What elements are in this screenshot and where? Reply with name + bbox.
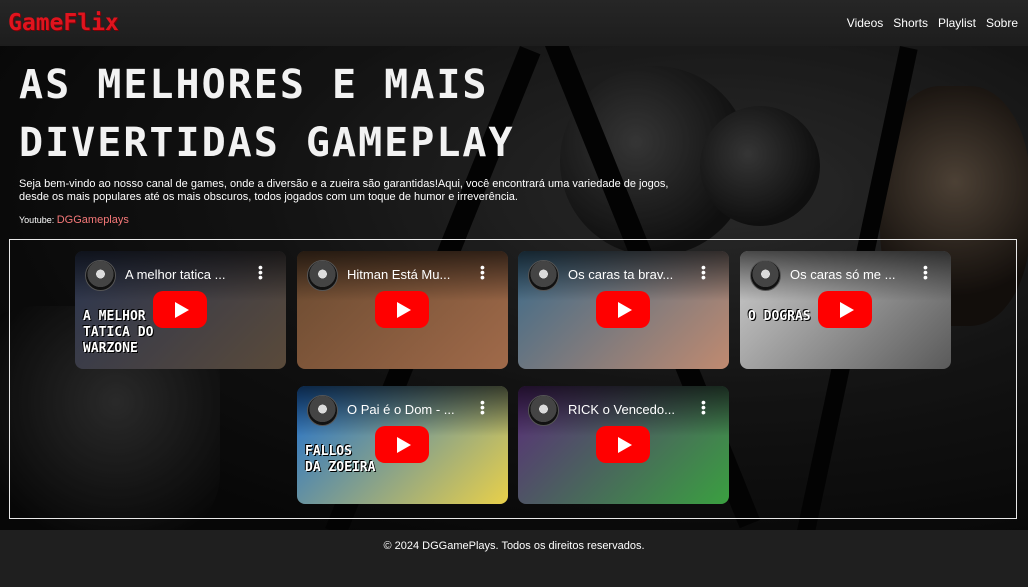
hero-title: AS MELHORES E MAIS DIVERTIDAS GAMEPLAY <box>19 56 539 172</box>
youtube-line: Youtube: DGGameplays <box>19 214 129 226</box>
channel-avatar[interactable] <box>85 260 116 291</box>
hero-title-line-1: AS MELHORES E MAIS <box>19 62 489 108</box>
page-footer: © 2024 DGGamePlays. Todos os direitos re… <box>0 530 1028 587</box>
youtube-channel-link[interactable]: DGGameplays <box>57 214 129 226</box>
video-title[interactable]: Hitman Está Mu... <box>347 267 472 282</box>
more-options-icon[interactable]: • • • <box>701 395 706 419</box>
channel-avatar[interactable] <box>528 395 559 426</box>
play-button-icon[interactable] <box>818 291 872 328</box>
nav-shorts-link[interactable]: Shorts <box>893 16 928 30</box>
channel-avatar[interactable] <box>307 395 338 426</box>
thumbnail-caption: A MELHOR TATICA DO WARZONE <box>83 309 154 356</box>
videos-container: A MELHOR TATICA DO WARZONE A melhor tatic… <box>9 239 1017 519</box>
video-title[interactable]: A melhor tatica ... <box>125 267 250 282</box>
more-options-icon[interactable]: • • • <box>701 260 706 284</box>
hero-description: Seja bem-vindo ao nosso canal de games, … <box>19 178 669 203</box>
video-card[interactable]: FALLOS DA ZOEIRA O Pai é o Dom - ... • • • <box>297 386 508 504</box>
nav-sobre-link[interactable]: Sobre <box>986 16 1018 30</box>
youtube-label: Youtube: <box>19 215 55 225</box>
channel-avatar[interactable] <box>750 260 781 291</box>
nav-playlist-link[interactable]: Playlist <box>938 16 976 30</box>
video-title[interactable]: RICK o Vencedo... <box>568 402 693 417</box>
hero-section: AS MELHORES E MAIS DIVERTIDAS GAMEPLAY S… <box>0 46 1028 530</box>
video-card[interactable]: O DOGRAS Os caras só me ... • • • <box>740 251 951 369</box>
video-card[interactable]: RICK o Vencedo... • • • <box>518 386 729 504</box>
video-card[interactable]: A MELHOR TATICA DO WARZONE A melhor tatic… <box>75 251 286 369</box>
video-card[interactable]: Hitman Está Mu... • • • <box>297 251 508 369</box>
page: GameFlix Videos Shorts Playlist Sobre AS… <box>0 0 1028 587</box>
channel-avatar[interactable] <box>307 260 338 291</box>
video-title[interactable]: Os caras ta brav... <box>568 267 693 282</box>
thumbnail-caption: FALLOS DA ZOEIRA <box>305 444 376 475</box>
play-button-icon[interactable] <box>153 291 207 328</box>
channel-avatar[interactable] <box>528 260 559 291</box>
video-card[interactable]: Os caras ta brav... • • • <box>518 251 729 369</box>
more-options-icon[interactable]: • • • <box>480 260 485 284</box>
play-button-icon[interactable] <box>375 426 429 463</box>
video-title[interactable]: O Pai é o Dom - ... <box>347 402 472 417</box>
site-logo[interactable]: GameFlix <box>8 10 119 36</box>
copyright-text: © 2024 DGGamePlays. Todos os direitos re… <box>383 540 645 552</box>
hero-title-line-2: DIVERTIDAS GAMEPLAY <box>19 120 515 166</box>
main-nav: Videos Shorts Playlist Sobre <box>847 16 1018 30</box>
more-options-icon[interactable]: • • • <box>923 260 928 284</box>
play-button-icon[interactable] <box>596 291 650 328</box>
nav-videos-link[interactable]: Videos <box>847 16 883 30</box>
more-options-icon[interactable]: • • • <box>258 260 263 284</box>
play-button-icon[interactable] <box>596 426 650 463</box>
play-button-icon[interactable] <box>375 291 429 328</box>
video-title[interactable]: Os caras só me ... <box>790 267 915 282</box>
more-options-icon[interactable]: • • • <box>480 395 485 419</box>
top-header: GameFlix Videos Shorts Playlist Sobre <box>0 0 1028 46</box>
thumbnail-caption: O DOGRAS <box>748 309 811 324</box>
